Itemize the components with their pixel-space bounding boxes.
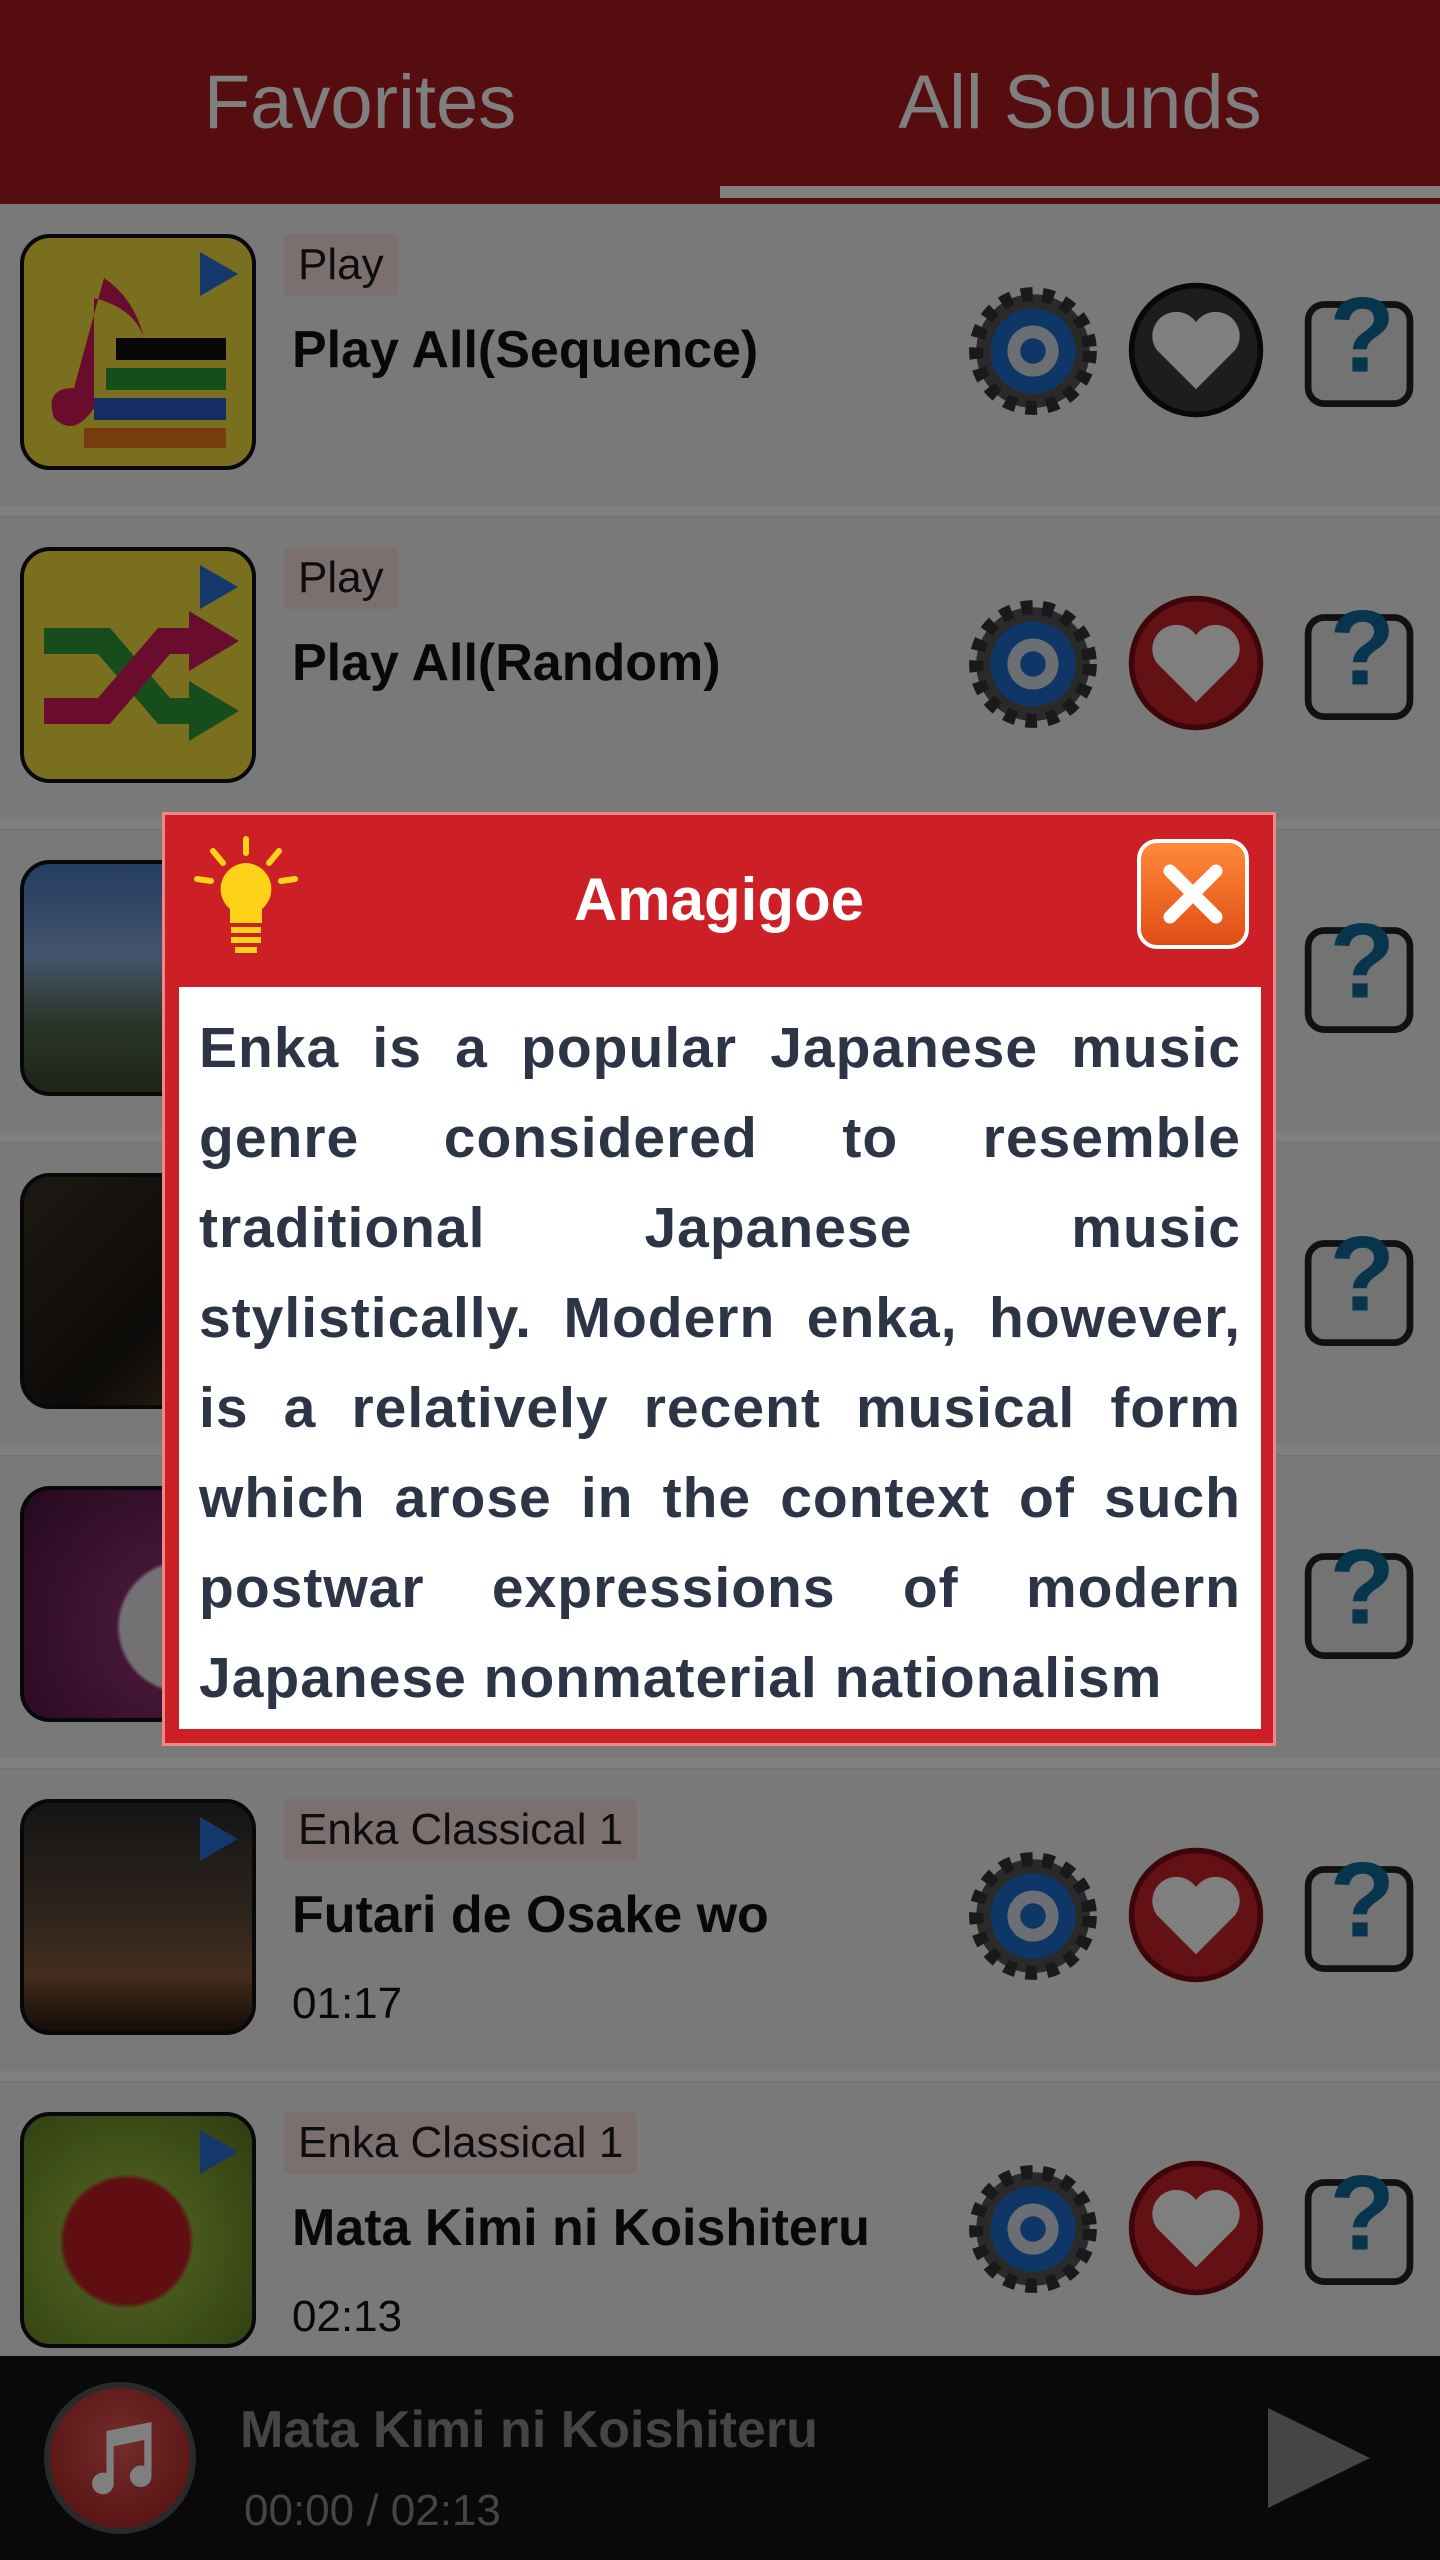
dialog-body: Enka is a popular Japanese music genre c… [179, 987, 1261, 1729]
dialog-title: Amagigoe [573, 866, 865, 933]
info-dialog: Amagigoe Enka is a popular Japanese musi… [162, 812, 1276, 1746]
close-button[interactable] [1137, 839, 1249, 949]
dialog-header: Amagigoe [165, 815, 1273, 987]
close-icon [1163, 864, 1223, 924]
dialog-message: Enka is a popular Japanese music genre c… [199, 1016, 1241, 1710]
